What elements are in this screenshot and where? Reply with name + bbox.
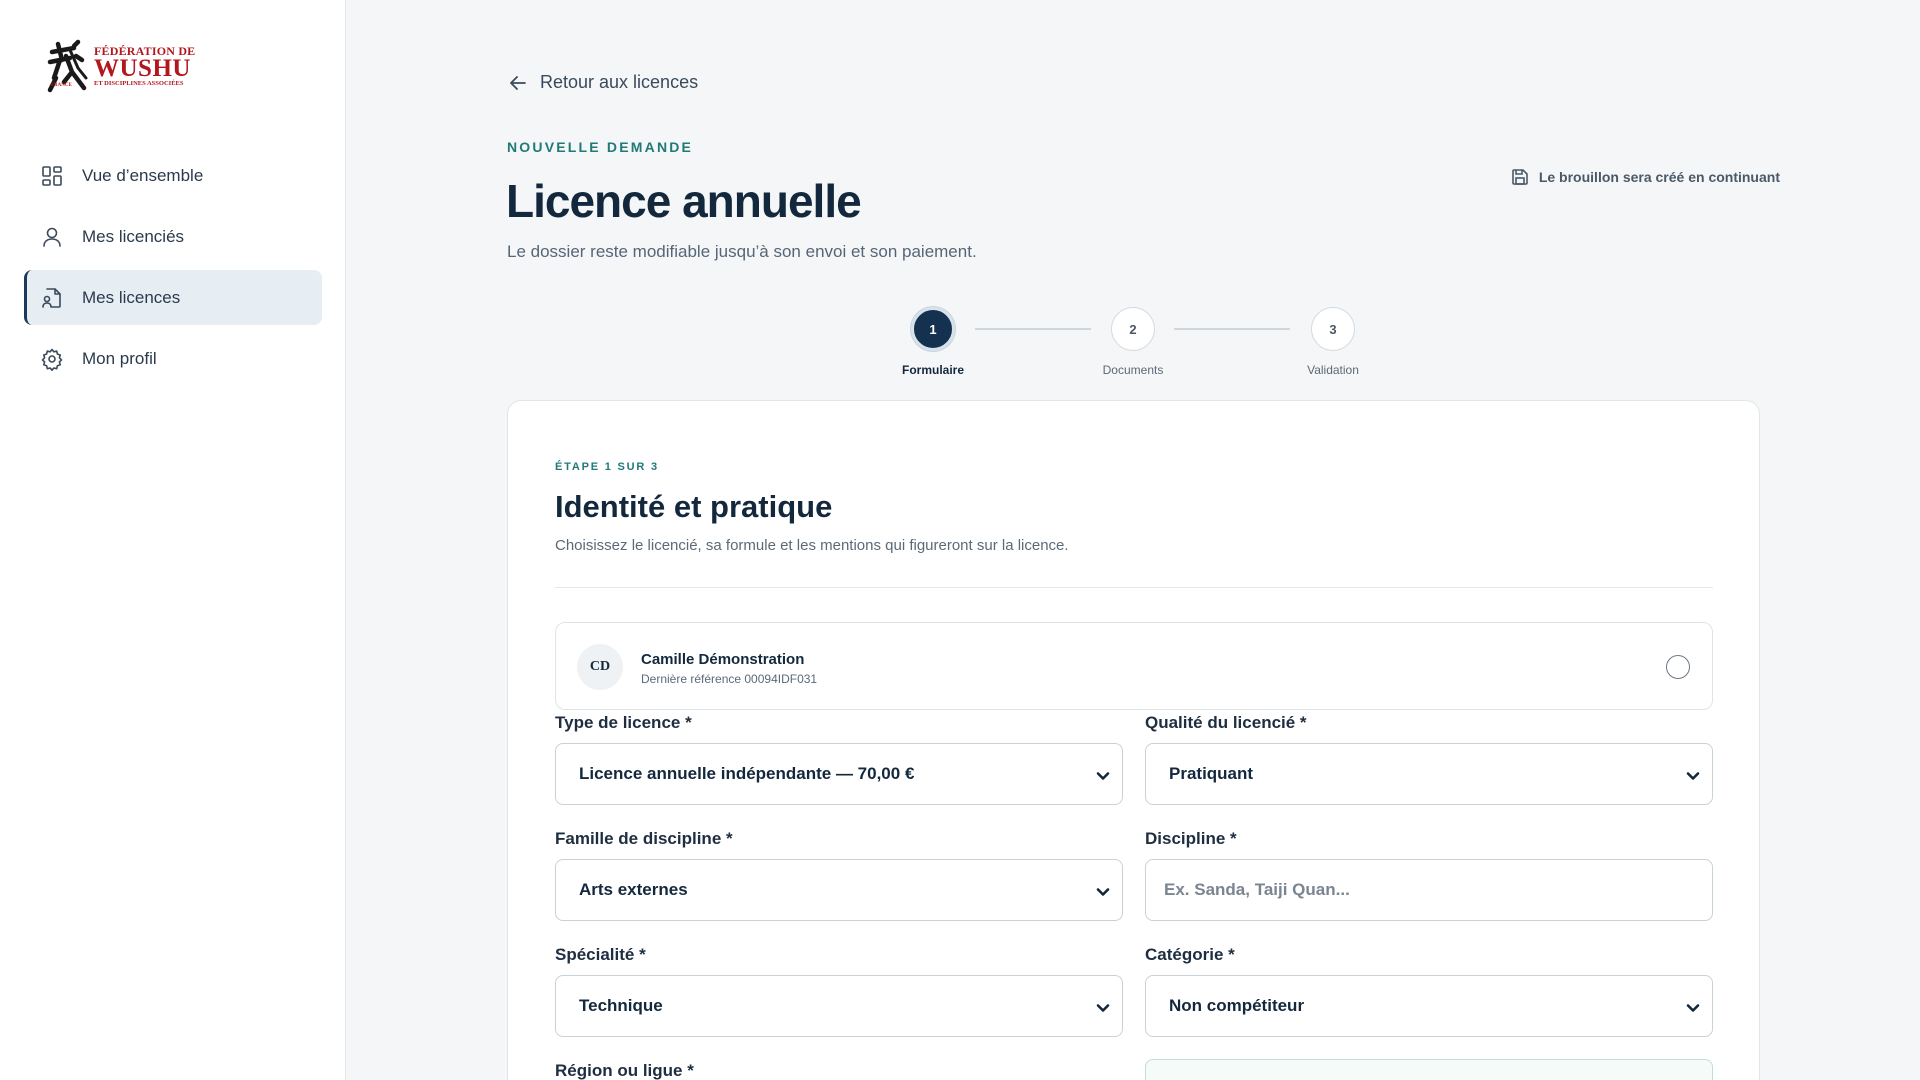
back-link-label: Retour aux licences xyxy=(540,72,699,92)
main-content: Retour aux licences NOUVELLE DEMANDE Lic… xyxy=(346,0,1920,1080)
sidebar-item-label: Mes licenciés xyxy=(82,226,185,246)
category-value: Non compétiteur xyxy=(1169,996,1305,1015)
license-type-select[interactable]: Licence annuelle indépendante — 70,00 € xyxy=(555,743,1123,805)
back-to-licenses-link[interactable]: Retour aux licences xyxy=(508,72,698,93)
sidebar-item-label: Mes licences xyxy=(82,287,181,307)
specialty-select[interactable]: Technique xyxy=(555,975,1123,1037)
avatar: CD xyxy=(577,644,623,690)
federation-logo[interactable]: FRANCE FÉDÉRATION DE WUSHU ET DISCIPLINE… xyxy=(44,38,214,94)
sidebar-nav: Vue d’ensemble Mes licenciés Mes licence… xyxy=(24,148,322,392)
family-select[interactable]: Arts externes xyxy=(555,859,1123,921)
draft-note: Le brouillon sera créé en continuant xyxy=(1511,168,1780,186)
step-number: 1 xyxy=(911,307,955,351)
sidebar-item-label: Vue d’ensemble xyxy=(82,165,204,185)
family-field: Famille de discipline * Arts externes xyxy=(555,829,1123,921)
license-type-value: Licence annuelle indépendante — 70,00 € xyxy=(579,764,915,783)
specialty-label: Spécialité * xyxy=(555,945,646,964)
sidebar-item-licenses[interactable]: Mes licences xyxy=(24,270,322,325)
step-number: 3 xyxy=(1311,307,1355,351)
logo-line-3: ET DISCIPLINES ASSOCIÉES xyxy=(94,79,184,87)
category-label: Catégorie * xyxy=(1145,945,1235,964)
licensee-reference: Dernière référence 00094IDF031 xyxy=(641,672,818,686)
section-subtitle: Choisissez le licencié, sa formule et le… xyxy=(555,537,1069,554)
dashboard-icon xyxy=(42,165,62,186)
quality-value: Pratiquant xyxy=(1169,764,1254,783)
page-title: Licence annuelle xyxy=(506,175,862,227)
gear-icon xyxy=(41,348,63,371)
discipline-placeholder: Ex. Sanda, Taiji Quan... xyxy=(1164,880,1350,899)
quality-field: Qualité du licencié * Pratiquant xyxy=(1145,713,1713,805)
license-file-icon xyxy=(42,287,61,308)
chevron-down-icon xyxy=(1096,1000,1110,1014)
sidebar-item-licensees[interactable]: Mes licenciés xyxy=(24,209,322,264)
discipline-label: Discipline * xyxy=(1145,829,1237,848)
step-label: Formulaire xyxy=(901,363,964,377)
sidebar: FRANCE FÉDÉRATION DE WUSHU ET DISCIPLINE… xyxy=(0,0,346,1080)
step-documents[interactable]: 2 Documents xyxy=(1073,307,1193,377)
logo-line-2: WUSHU xyxy=(94,54,191,82)
page-eyebrow: NOUVELLE DEMANDE xyxy=(507,139,694,155)
licensee-option[interactable]: CD Camille Démonstration Dernière référe… xyxy=(555,622,1713,710)
arrow-left-icon xyxy=(510,75,526,90)
sidebar-item-label: Mon profil xyxy=(82,348,157,368)
step-validation[interactable]: 3 Validation xyxy=(1273,307,1393,377)
licensee-name: Camille Démonstration xyxy=(641,651,805,668)
sidebar-item-profile[interactable]: Mon profil xyxy=(24,331,322,386)
quality-select[interactable]: Pratiquant xyxy=(1145,743,1713,805)
logo-country: FRANCE xyxy=(51,83,72,88)
progress-stepper: 1 Formulaire 2 Documents 3 Validation xyxy=(891,307,1359,377)
licensee-radio[interactable] xyxy=(1666,655,1690,679)
sidebar-item-overview[interactable]: Vue d’ensemble xyxy=(24,148,322,203)
step-label: Validation xyxy=(1307,363,1359,377)
step-number: 2 xyxy=(1111,307,1155,351)
chevron-down-icon xyxy=(1096,884,1110,898)
chevron-down-icon xyxy=(1686,768,1700,782)
save-icon xyxy=(1512,169,1528,185)
specialty-field: Spécialité * Technique xyxy=(555,945,1123,1037)
section-divider xyxy=(555,587,1713,588)
region-field: Région ou ligue * xyxy=(555,1061,1123,1080)
license-type-label: Type de licence * xyxy=(555,713,692,732)
page-subtitle: Le dossier reste modifiable jusqu’à son … xyxy=(507,242,977,261)
license-type-field: Type de licence * Licence annuelle indép… xyxy=(555,713,1123,805)
user-icon xyxy=(43,227,61,247)
chevron-down-icon xyxy=(1686,1000,1700,1014)
draft-note-text: Le brouillon sera créé en continuant xyxy=(1538,169,1780,185)
step-form[interactable]: 1 Formulaire xyxy=(873,307,993,377)
logo-wordmark: FÉDÉRATION DE WUSHU ET DISCIPLINES ASSOC… xyxy=(94,45,195,88)
info-panel xyxy=(1145,1059,1713,1080)
discipline-field: Discipline * Ex. Sanda, Taiji Quan... xyxy=(1145,829,1713,921)
category-select[interactable]: Non compétiteur xyxy=(1145,975,1713,1037)
category-field: Catégorie * Non compétiteur xyxy=(1145,945,1713,1037)
quality-label: Qualité du licencié * xyxy=(1145,713,1307,732)
step-label: Documents xyxy=(1102,363,1164,377)
discipline-input[interactable]: Ex. Sanda, Taiji Quan... xyxy=(1145,859,1713,921)
region-label: Région ou ligue * xyxy=(555,1061,694,1080)
chevron-down-icon xyxy=(1096,768,1110,782)
family-label: Famille de discipline * xyxy=(555,829,733,848)
section-title: Identité et pratique xyxy=(555,489,833,524)
family-value: Arts externes xyxy=(579,880,688,899)
specialty-value: Technique xyxy=(579,996,663,1015)
step-indicator: ÉTAPE 1 SUR 3 xyxy=(555,461,659,473)
form-card: ÉTAPE 1 SUR 3 Identité et pratique Chois… xyxy=(507,400,1760,1080)
